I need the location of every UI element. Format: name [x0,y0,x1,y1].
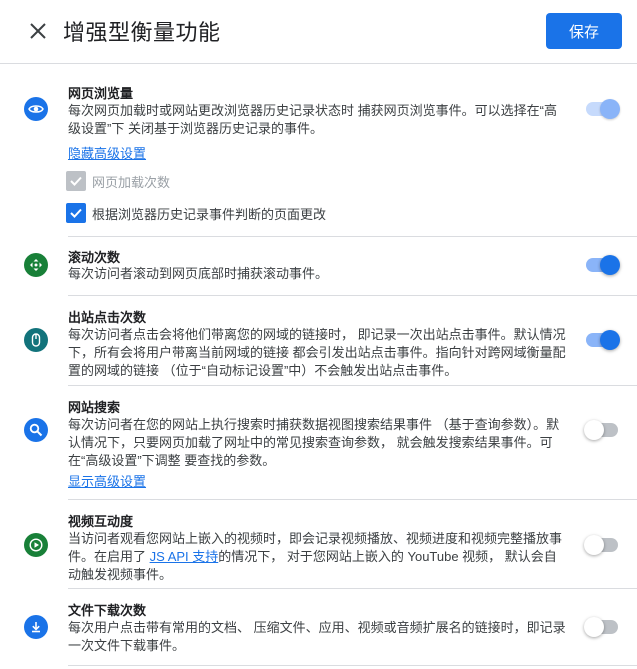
site-search-toggle[interactable] [584,420,620,440]
page-loads-checkbox[interactable] [66,171,86,191]
option-label: 网页加载次数 [92,174,171,190]
option-label: 根据浏览器历史记录事件判断的页面更改 [92,206,327,222]
page-title: 增强型衡量功能 [63,20,221,45]
section-description: 每次网页加载时或网站更改浏览器历史记录状态时 捕获网页浏览事件。可以选择在“高级… [68,103,557,136]
section-description: 每次访问者点击会将他们带离您的网域的链接时， 即记录一次出站点击事件。默认情况下… [68,327,566,378]
file-downloads-toggle[interactable] [584,617,620,637]
save-button[interactable]: 保存 [546,13,622,49]
search-icon [24,418,48,442]
divider [68,385,637,386]
divider [68,295,637,296]
divider [68,665,637,666]
download-icon [24,615,48,639]
check-icon [70,208,82,218]
option-page-loads[interactable]: 网页加载次数 [66,171,170,191]
divider [68,236,637,237]
js-api-support-link[interactable]: JS API 支持 [150,549,219,564]
section-title: 网页浏览量 [68,86,134,101]
divider [68,588,637,589]
mouse-icon [24,328,48,352]
section-title: 滚动次数 [68,250,121,265]
section-description: 每次访问者在您的网站上执行搜索时捕获数据视图搜索结果事件 （基于查询参数）。默认… [68,417,560,468]
scroll-icon [24,253,48,277]
eye-icon [24,97,48,121]
section-title: 视频互动度 [68,514,134,529]
video-engagement-toggle[interactable] [584,535,620,555]
section-title: 出站点击次数 [68,310,147,325]
check-icon [70,176,82,186]
section-title: 网站搜索 [68,400,121,415]
close-icon [30,23,46,39]
history-events-checkbox[interactable] [66,203,86,223]
divider [68,499,637,500]
scrolls-toggle[interactable] [584,255,620,275]
page-views-toggle[interactable] [584,99,620,119]
play-icon [24,533,48,557]
outbound-clicks-toggle[interactable] [584,330,620,350]
section-description: 每次用户点击带有常用的文档、 压缩文件、应用、视频或音频扩展名的链接时，即记录一… [68,620,566,653]
hide-advanced-settings-link[interactable]: 隐藏高级设置 [68,143,146,162]
section-title: 文件下载次数 [68,603,147,618]
section-description: 每次访问者滚动到网页底部时捕获滚动事件。 [68,266,329,281]
section-description: 当访问者观看您网站上嵌入的视频时，即会记录视频播放、视频进度和视频完整播放事件。… [68,530,568,584]
close-button[interactable] [26,19,50,43]
option-history-events[interactable]: 根据浏览器历史记录事件判断的页面更改 [66,203,326,223]
show-advanced-settings-link[interactable]: 显示高级设置 [68,471,146,490]
dialog-header: 增强型衡量功能 保存 [0,0,637,64]
